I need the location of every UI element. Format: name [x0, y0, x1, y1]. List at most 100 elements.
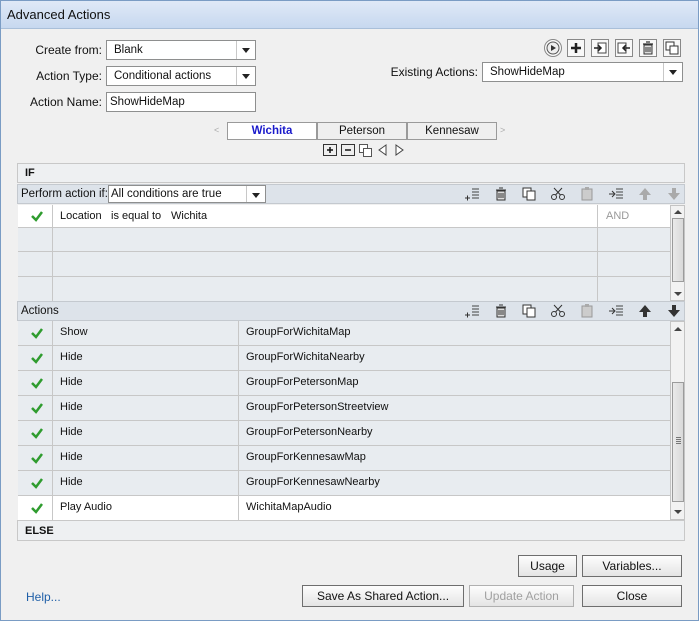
duplicate-decision-icon[interactable]: [359, 144, 373, 157]
checkbox-cell[interactable]: [18, 205, 53, 227]
condition-row[interactable]: [18, 228, 670, 252]
action-target-cell[interactable]: WichitaMapAudio: [239, 496, 670, 520]
condition-row[interactable]: [18, 277, 670, 301]
create-from-select[interactable]: Blank: [106, 40, 256, 60]
action-target-cell[interactable]: GroupForPetersonMap: [239, 371, 670, 395]
action-target-cell[interactable]: GroupForKennesawNearby: [239, 471, 670, 495]
insert-condition-icon[interactable]: [464, 186, 480, 202]
duplicate-action-button[interactable]: [663, 39, 681, 57]
paste-action-icon[interactable]: [579, 303, 595, 319]
move-right-icon[interactable]: [393, 144, 405, 156]
action-target-cell[interactable]: GroupForWichitaNearby: [239, 346, 670, 370]
checkbox-cell[interactable]: [18, 396, 53, 420]
chevron-down-icon: [236, 41, 255, 59]
paste-condition-icon[interactable]: [579, 186, 595, 202]
scroll-thumb[interactable]: [672, 218, 684, 282]
scroll-thumb[interactable]: [672, 382, 684, 502]
checkbox-cell[interactable]: [18, 471, 53, 495]
delete-condition-icon[interactable]: [493, 186, 509, 202]
checkbox-cell[interactable]: [18, 252, 53, 276]
existing-actions-select[interactable]: ShowHideMap: [482, 62, 683, 82]
action-type-cell[interactable]: Show: [53, 321, 239, 345]
scroll-up-icon[interactable]: [674, 326, 682, 332]
add-decision-icon[interactable]: [323, 144, 337, 156]
insert-row-icon[interactable]: [608, 303, 624, 319]
tab-wichita[interactable]: Wichita: [227, 122, 317, 140]
cut-action-icon[interactable]: [550, 303, 566, 319]
delete-action-button[interactable]: [639, 39, 657, 57]
perform-action-select[interactable]: All conditions are true: [108, 185, 266, 203]
action-type-select[interactable]: Conditional actions: [106, 66, 256, 86]
action-row[interactable]: Hide GroupForPetersonStreetview: [18, 396, 670, 421]
condition-expression[interactable]: [53, 277, 598, 301]
condition-variable: Location: [60, 210, 102, 222]
insert-action-icon[interactable]: [464, 303, 480, 319]
export-button[interactable]: [615, 39, 633, 57]
close-button[interactable]: Close: [582, 585, 682, 607]
scroll-down-icon[interactable]: [674, 291, 682, 297]
checkbox-cell[interactable]: [18, 421, 53, 445]
update-action-button[interactable]: Update Action: [469, 585, 574, 607]
scroll-left-icon[interactable]: <: [214, 125, 219, 135]
scroll-right-icon[interactable]: >: [500, 125, 505, 135]
insert-row-icon[interactable]: [608, 186, 624, 202]
condition-scrollbar[interactable]: [670, 205, 685, 301]
else-header[interactable]: ELSE: [17, 520, 685, 541]
checkbox-cell[interactable]: [18, 321, 53, 345]
action-type-cell[interactable]: Hide: [53, 346, 239, 370]
action-name-input[interactable]: ShowHideMap: [106, 92, 256, 112]
variables-button[interactable]: Variables...: [582, 555, 682, 577]
cut-condition-icon[interactable]: [550, 186, 566, 202]
checkbox-cell[interactable]: [18, 346, 53, 370]
copy-condition-icon[interactable]: [521, 186, 537, 202]
action-type-cell[interactable]: Hide: [53, 471, 239, 495]
preview-button[interactable]: [544, 39, 562, 57]
move-left-icon[interactable]: [377, 144, 389, 156]
action-target-cell[interactable]: GroupForKennesawMap: [239, 446, 670, 470]
action-row[interactable]: Hide GroupForKennesawMap: [18, 446, 670, 471]
move-up-icon[interactable]: [637, 186, 653, 202]
checkbox-cell[interactable]: [18, 496, 53, 520]
checkbox-cell[interactable]: [18, 228, 53, 251]
action-row[interactable]: Hide GroupForPetersonNearby: [18, 421, 670, 446]
action-row[interactable]: Show GroupForWichitaMap: [18, 321, 670, 346]
action-row[interactable]: Hide GroupForWichitaNearby: [18, 346, 670, 371]
actions-scrollbar[interactable]: [670, 321, 685, 520]
usage-button[interactable]: Usage: [518, 555, 577, 577]
import-button[interactable]: [591, 39, 609, 57]
checkbox-cell[interactable]: [18, 277, 53, 301]
condition-expression[interactable]: [53, 252, 598, 276]
perform-action-label: Perform action if:: [21, 188, 108, 200]
condition-expression[interactable]: [53, 228, 598, 251]
checkbox-cell[interactable]: [18, 371, 53, 395]
copy-action-icon[interactable]: [521, 303, 537, 319]
move-down-icon[interactable]: [666, 303, 682, 319]
checkbox-cell[interactable]: [18, 446, 53, 470]
action-target-cell[interactable]: GroupForWichitaMap: [239, 321, 670, 345]
action-type-cell[interactable]: Play Audio: [53, 496, 239, 520]
condition-row[interactable]: [18, 252, 670, 277]
action-row[interactable]: Hide GroupForKennesawNearby: [18, 471, 670, 496]
save-as-shared-action-button[interactable]: Save As Shared Action...: [302, 585, 464, 607]
remove-decision-icon[interactable]: [341, 144, 355, 156]
action-type-cell[interactable]: Hide: [53, 396, 239, 420]
tab-peterson[interactable]: Peterson: [317, 122, 407, 140]
add-action-button[interactable]: [567, 39, 585, 57]
condition-logic[interactable]: AND: [598, 205, 670, 227]
condition-expression[interactable]: Location is equal to Wichita: [53, 205, 598, 227]
scroll-up-icon[interactable]: [674, 209, 682, 215]
move-up-icon[interactable]: [637, 303, 653, 319]
action-target-cell[interactable]: GroupForPetersonNearby: [239, 421, 670, 445]
scroll-down-icon[interactable]: [674, 509, 682, 515]
condition-row[interactable]: Location is equal to Wichita AND: [18, 205, 670, 228]
action-target-cell[interactable]: GroupForPetersonStreetview: [239, 396, 670, 420]
action-type-cell[interactable]: Hide: [53, 446, 239, 470]
action-row[interactable]: Play Audio WichitaMapAudio: [18, 496, 670, 521]
action-type-cell[interactable]: Hide: [53, 371, 239, 395]
tab-kennesaw[interactable]: Kennesaw: [407, 122, 497, 140]
help-link[interactable]: Help...: [26, 590, 61, 604]
delete-action-icon[interactable]: [493, 303, 509, 319]
move-down-icon[interactable]: [666, 186, 682, 202]
action-type-cell[interactable]: Hide: [53, 421, 239, 445]
action-row[interactable]: Hide GroupForPetersonMap: [18, 371, 670, 396]
